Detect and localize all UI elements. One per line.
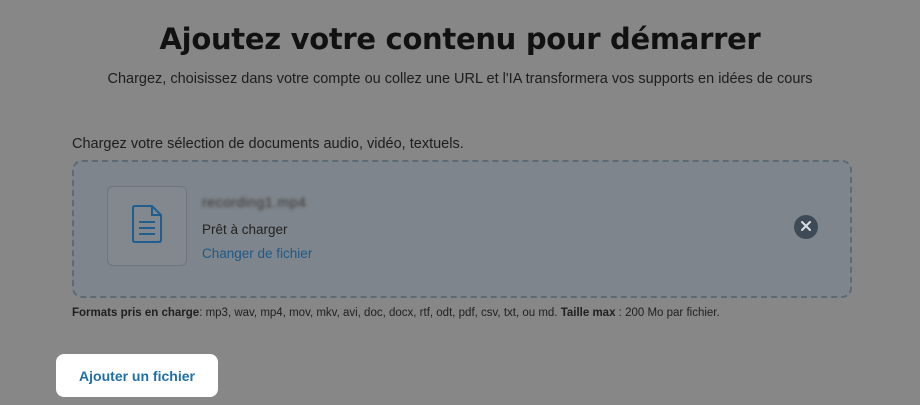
page-subtitle: Chargez, choisissez dans votre compte ou…: [107, 71, 813, 87]
max-size-label: Taille max: [560, 307, 616, 319]
close-icon: [801, 218, 811, 236]
file-dropzone[interactable]: recording1.mp4 Prêt à charger Changer de…: [72, 160, 852, 298]
formats-list: : mp3, wav, mp4, mov, mkv, avi, doc, doc…: [199, 307, 558, 319]
remove-file-button[interactable]: [794, 215, 818, 239]
formats-label: Formats pris en charge: [72, 307, 200, 319]
max-size-value: : 200 Mo par fichier.: [615, 307, 720, 319]
page-title: Ajoutez votre contenu pour démarrer: [159, 22, 761, 56]
change-file-link[interactable]: Changer de fichier: [202, 246, 312, 261]
upload-section-label: Chargez votre sélection de documents aud…: [72, 136, 464, 152]
add-file-button[interactable]: Ajouter un fichier: [56, 354, 218, 397]
file-thumbnail: [107, 186, 187, 266]
document-icon: [130, 204, 164, 249]
file-status: Prêt à charger: [202, 222, 288, 237]
file-name: recording1.mp4: [202, 194, 307, 210]
supported-formats-note: Formats pris en charge: mp3, wav, mp4, m…: [72, 307, 720, 319]
